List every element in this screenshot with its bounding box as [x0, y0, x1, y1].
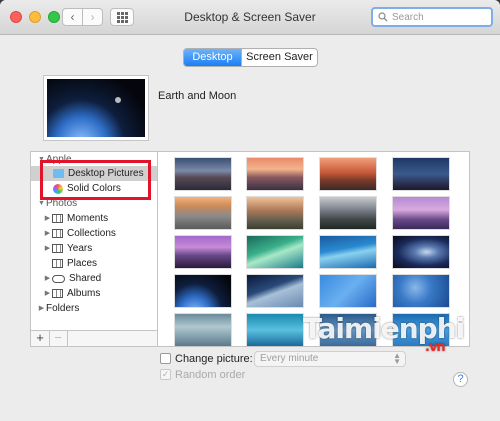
- disclosure-closed-icon: ▶: [44, 215, 51, 222]
- sidebar-item-label: Collections: [67, 228, 116, 239]
- zoom-button[interactable]: [48, 11, 60, 23]
- thumbnail[interactable]: [246, 274, 304, 308]
- thumbnail[interactable]: [392, 196, 450, 230]
- change-picture-checkbox[interactable]: [160, 353, 171, 364]
- thumbnail[interactable]: [246, 157, 304, 191]
- back-button[interactable]: ‹: [62, 8, 83, 26]
- checkmark-icon: ✓: [161, 369, 170, 379]
- disclosure-closed-icon: ▶: [44, 230, 51, 237]
- thumbnail[interactable]: [319, 235, 377, 269]
- thumbnail[interactable]: [246, 235, 304, 269]
- photo-grid-icon: [52, 229, 63, 238]
- grid-icon: [116, 11, 128, 23]
- sidebar-item-label: Moments: [67, 213, 109, 224]
- highlight-annotation: [40, 160, 151, 200]
- tab-bar: Desktop Screen Saver: [183, 48, 318, 67]
- chevron-left-icon: ‹: [70, 10, 75, 24]
- add-folder-button[interactable]: +: [31, 331, 50, 346]
- minimize-button[interactable]: [29, 11, 41, 23]
- change-interval-select[interactable]: Every minute ▲ ▼: [254, 351, 406, 367]
- disclosure-closed-icon: ▶: [38, 305, 45, 312]
- updown-arrows-icon: ▲ ▼: [393, 351, 401, 366]
- window-title: Desktop & Screen Saver: [184, 10, 316, 24]
- show-all-button[interactable]: [110, 8, 134, 26]
- sidebar-item-places[interactable]: Places: [52, 256, 97, 271]
- source-list-footer: + −: [30, 331, 158, 347]
- tab-desktop[interactable]: Desktop: [184, 49, 241, 66]
- sidebar-item-label: Shared: [69, 273, 102, 284]
- watermark-tld: .vn: [425, 340, 446, 355]
- search-field[interactable]: Search: [371, 7, 493, 27]
- close-button[interactable]: [10, 11, 22, 23]
- sidebar-item-albums[interactable]: ▶ Albums: [43, 286, 101, 301]
- photo-grid-icon: [52, 289, 63, 298]
- thumbnail[interactable]: [319, 157, 377, 191]
- forward-button[interactable]: ›: [82, 8, 103, 26]
- preferences-window: ‹ › Desktop & Screen Saver Search Deskto…: [0, 0, 500, 421]
- disclosure-closed-icon: ▶: [44, 245, 51, 252]
- thumbnail[interactable]: [392, 235, 450, 269]
- thumbnail[interactable]: [174, 196, 232, 230]
- photo-grid-icon: [52, 214, 63, 223]
- random-order-checkbox[interactable]: ✓: [160, 369, 171, 380]
- disclosure-closed-icon: ▶: [44, 290, 51, 297]
- search-icon: [378, 12, 388, 22]
- sidebar-item-label: Years: [67, 243, 93, 254]
- sidebar-item-moments[interactable]: ▶ Moments: [43, 211, 108, 226]
- photo-grid-icon: [52, 259, 63, 268]
- tab-screen-saver[interactable]: Screen Saver: [241, 49, 317, 66]
- remove-folder-button[interactable]: −: [49, 331, 68, 346]
- sidebar-item-shared[interactable]: ▶ Shared: [43, 271, 101, 286]
- sidebar-item-label: Places: [67, 258, 98, 269]
- change-interval-value: Every minute: [260, 353, 319, 364]
- thumbnail[interactable]: [319, 196, 377, 230]
- thumbnail[interactable]: [174, 313, 232, 346]
- search-placeholder: Search: [392, 11, 424, 23]
- change-picture-label: Change picture:: [175, 353, 253, 365]
- disclosure-closed-icon: ▶: [44, 275, 51, 282]
- current-picture-preview: [44, 76, 148, 140]
- thumbnail[interactable]: [392, 157, 450, 191]
- thumbnail[interactable]: [174, 157, 232, 191]
- watermark-logo: Taimienphi .vn: [303, 312, 465, 355]
- sidebar-item-years[interactable]: ▶ Years: [43, 241, 92, 256]
- thumbnail[interactable]: [319, 274, 377, 308]
- help-button[interactable]: ?: [453, 372, 468, 387]
- thumbnail[interactable]: [174, 235, 232, 269]
- chevron-right-icon: ›: [90, 10, 95, 24]
- current-picture-name: Earth and Moon: [158, 90, 237, 102]
- sidebar-group-folders[interactable]: ▶ Folders: [37, 301, 80, 316]
- title-bar: ‹ › Desktop & Screen Saver Search: [0, 0, 500, 35]
- sidebar-item-label: Albums: [67, 288, 101, 299]
- thumbnail[interactable]: [246, 313, 304, 346]
- sidebar-item-collections[interactable]: ▶ Collections: [43, 226, 116, 241]
- photo-grid-icon: [52, 244, 63, 253]
- thumbnail[interactable]: [174, 274, 232, 308]
- moon-graphic: [115, 97, 121, 103]
- random-order-label: Random order: [175, 369, 246, 381]
- sidebar-group-label: Folders: [46, 303, 80, 314]
- thumbnail[interactable]: [246, 196, 304, 230]
- thumbnail[interactable]: [392, 274, 450, 308]
- cloud-icon: [52, 274, 65, 283]
